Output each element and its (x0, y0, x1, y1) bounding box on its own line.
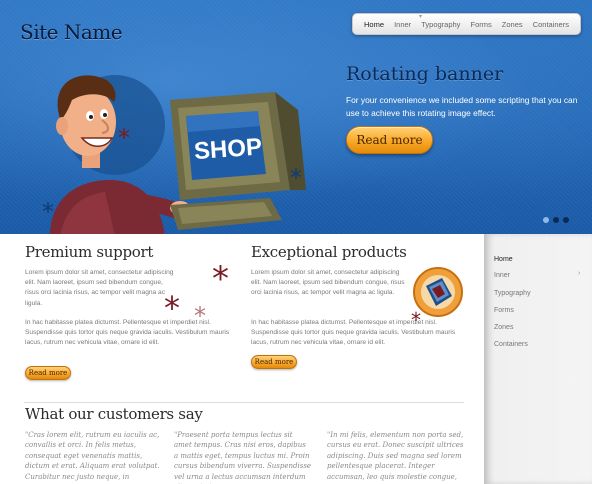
top-nav: ▾ Home Inner Typography Forms Zones Cont… (352, 13, 581, 35)
shop-computer-illustration: SHOP (50, 75, 306, 234)
sidebar-nav: Home Inner › Typography Forms Zones Cont… (484, 234, 592, 484)
section-divider (24, 402, 464, 403)
shop-screen-text: SHOP (193, 133, 263, 165)
feature-text: Lorem ipsum dolor sit amet, consectetur … (25, 269, 174, 307)
chevron-right-icon: › (578, 270, 581, 277)
sidebar-item-inner[interactable]: Inner (494, 272, 510, 279)
banner-title: Rotating banner (346, 63, 504, 85)
asterisk-decoration-icon: * (194, 302, 206, 330)
sidebar-item-zones[interactable]: Zones (494, 324, 513, 331)
slide-dot-2[interactable] (553, 217, 559, 223)
asterisk-decoration-icon: * (164, 289, 180, 327)
nav-inner[interactable]: Inner (391, 18, 414, 31)
sidebar-item-forms[interactable]: Forms (494, 307, 514, 314)
slide-indicators (543, 217, 569, 223)
slide-dot-1[interactable] (543, 217, 549, 223)
feature-text: Lorem ipsum dolor sit amet, consectetur … (251, 269, 405, 297)
read-more-button[interactable]: Read more (25, 366, 71, 380)
sidebar-item-home[interactable]: Home (494, 256, 513, 263)
asterisk-decoration-icon: * (42, 198, 54, 226)
nav-forms[interactable]: Forms (467, 18, 494, 31)
testimonial-quote: "Cras lorem elit, rutrum eu iaculis ac, … (25, 431, 160, 481)
sidebar-item-containers[interactable]: Containers (494, 341, 528, 348)
nav-indicator-icon: ▾ (419, 14, 423, 20)
customers-section-title: What our customers say (25, 405, 203, 423)
banner-read-more-button[interactable]: Read more (346, 126, 433, 154)
read-more-button[interactable]: Read more (251, 355, 297, 369)
feature-title-exceptional-products: Exceptional products (251, 243, 407, 261)
sidebar-item-typography[interactable]: Typography (494, 290, 531, 297)
nav-zones[interactable]: Zones (499, 18, 526, 31)
asterisk-decoration-icon: * (290, 164, 302, 192)
nav-home[interactable]: Home (361, 18, 387, 31)
slide-dot-3[interactable] (563, 217, 569, 223)
nav-containers[interactable]: Containers (530, 18, 572, 31)
testimonial-quote: "In mi felis, elementum non porta sed, c… (327, 431, 464, 481)
asterisk-decoration-icon: * (212, 259, 229, 299)
header-banner: Site Name ▾ Home Inner Typography Forms … (0, 0, 592, 234)
banner-description: For your convenience we included some sc… (346, 95, 578, 118)
asterisk-decoration-icon: * (118, 124, 130, 152)
feature-title-premium-support: Premium support (25, 243, 154, 261)
testimonial-quote: "Praesent porta tempus lectus sit amet t… (174, 431, 312, 484)
feature-text: In hac habitasse platea dictumst. Pellen… (251, 319, 456, 347)
nav-typography[interactable]: Typography (418, 18, 463, 31)
asterisk-decoration-icon: * (411, 308, 421, 332)
